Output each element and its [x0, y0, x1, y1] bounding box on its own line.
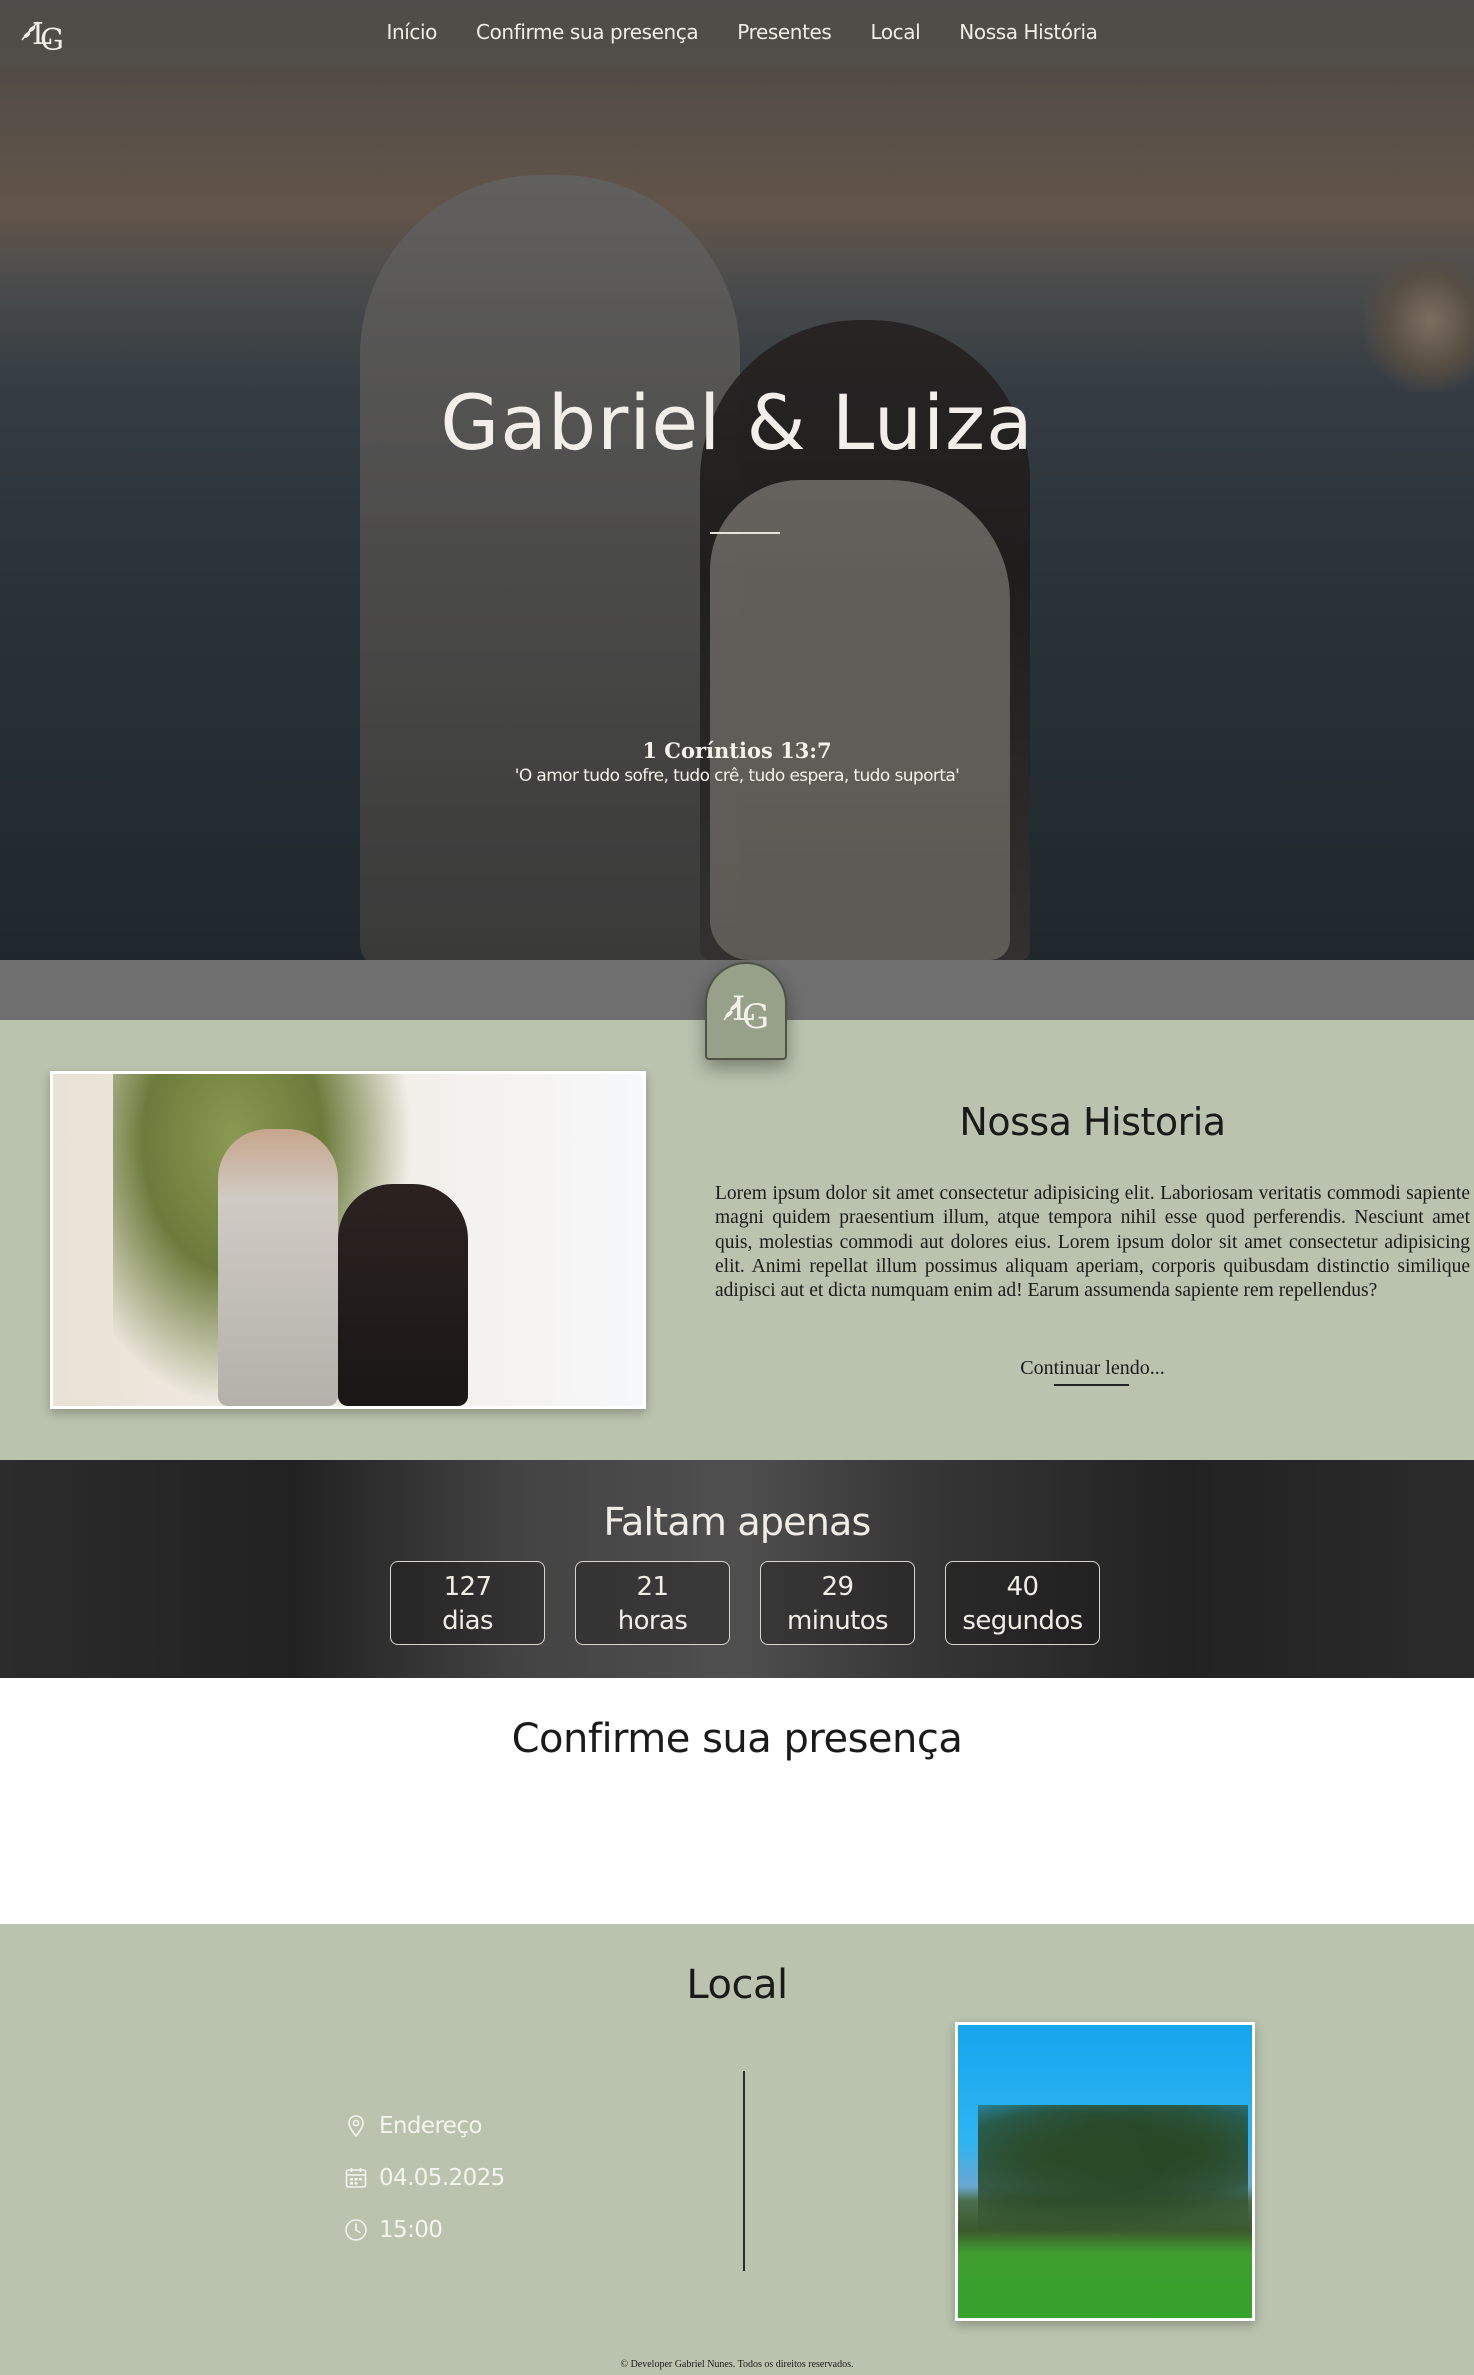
hero-overlay: [0, 0, 1474, 960]
date-row: 04.05.2025: [343, 2152, 505, 2204]
countdown-minutes-value: 29: [821, 1572, 854, 1602]
story-section: Nossa Historia Lorem ipsum dolor sit ame…: [0, 1020, 1474, 1460]
local-section: Local Endereço 04.05.2025 15:00 © Develo…: [0, 1924, 1474, 2375]
read-more-link[interactable]: Continuar lendo...: [715, 1357, 1470, 1380]
nav-menu: Início Confirme sua presença Presentes L…: [0, 20, 1474, 44]
nav-link-rsvp[interactable]: Confirme sua presença: [476, 20, 699, 44]
monogram-badge-icon: L G: [723, 989, 769, 1037]
venue-photo: [955, 2022, 1255, 2321]
nav-link-inicio[interactable]: Início: [387, 20, 438, 44]
countdown-seconds-label: segundos: [962, 1606, 1083, 1636]
nav-link-presentes[interactable]: Presentes: [737, 20, 832, 44]
countdown-days: 127 dias: [390, 1561, 545, 1645]
calendar-icon: [345, 2168, 367, 2188]
hero-title: Gabriel & Luiza: [440, 378, 1034, 467]
countdown-section: Faltam apenas 127 dias 21 horas 29 minut…: [0, 1460, 1474, 1678]
local-divider: [743, 2071, 745, 2271]
countdown-seconds: 40 segundos: [945, 1561, 1100, 1645]
countdown-title: Faltam apenas: [603, 1500, 871, 1544]
nav-link-historia[interactable]: Nossa História: [959, 20, 1098, 44]
local-title: Local: [686, 1962, 788, 2008]
countdown-hours-value: 21: [636, 1572, 669, 1602]
local-info: Endereço 04.05.2025 15:00: [343, 2100, 505, 2256]
hero-verse-text: 'O amor tudo sofre, tudo crê, tudo esper…: [514, 766, 960, 786]
time-row: 15:00: [343, 2204, 505, 2256]
countdown-seconds-value: 40: [1006, 1572, 1039, 1602]
story-photo-groom: [218, 1129, 338, 1406]
event-time: 15:00: [379, 2217, 443, 2243]
countdown-hours: 21 horas: [575, 1561, 730, 1645]
svg-text:G: G: [742, 997, 769, 1037]
event-date: 04.05.2025: [379, 2165, 505, 2191]
story-photo: [50, 1071, 646, 1409]
top-navbar: L G Início Confirme sua presença Present…: [0, 0, 1474, 68]
hero-verse-reference: 1 Coríntios 13:7: [642, 738, 832, 763]
location-pin-icon: [348, 2115, 364, 2138]
countdown-days-label: dias: [442, 1606, 493, 1636]
footer-copyright: © Developer Gabriel Nunes. Todos os dire…: [620, 2359, 854, 2370]
address-row[interactable]: Endereço: [343, 2100, 505, 2152]
hero-section: Gabriel & Luiza 1 Coríntios 13:7 'O amor…: [0, 0, 1474, 960]
countdown-minutes: 29 minutos: [760, 1561, 915, 1645]
story-title: Nossa Historia: [959, 1100, 1226, 1144]
story-body: Lorem ipsum dolor sit amet consectetur a…: [715, 1183, 1470, 1302]
nav-link-local[interactable]: Local: [870, 20, 920, 44]
address-label[interactable]: Endereço: [379, 2113, 482, 2139]
countdown-minutes-label: minutos: [787, 1606, 889, 1636]
countdown-days-value: 127: [443, 1572, 492, 1602]
story-photo-bride: [338, 1184, 468, 1406]
clock-icon: [345, 2219, 367, 2241]
read-more-underline: [1054, 1384, 1129, 1386]
hero-divider: [710, 532, 780, 534]
rsvp-title: Confirme sua presença: [511, 1716, 963, 1762]
countdown-hours-label: horas: [617, 1606, 688, 1636]
countdown-boxes: 127 dias 21 horas 29 minutos 40 segundos: [390, 1561, 1100, 1645]
venue-photo-palms: [978, 2105, 1248, 2235]
rsvp-section: Confirme sua presença: [0, 1678, 1474, 1924]
monogram-badge: L G: [705, 962, 787, 1060]
